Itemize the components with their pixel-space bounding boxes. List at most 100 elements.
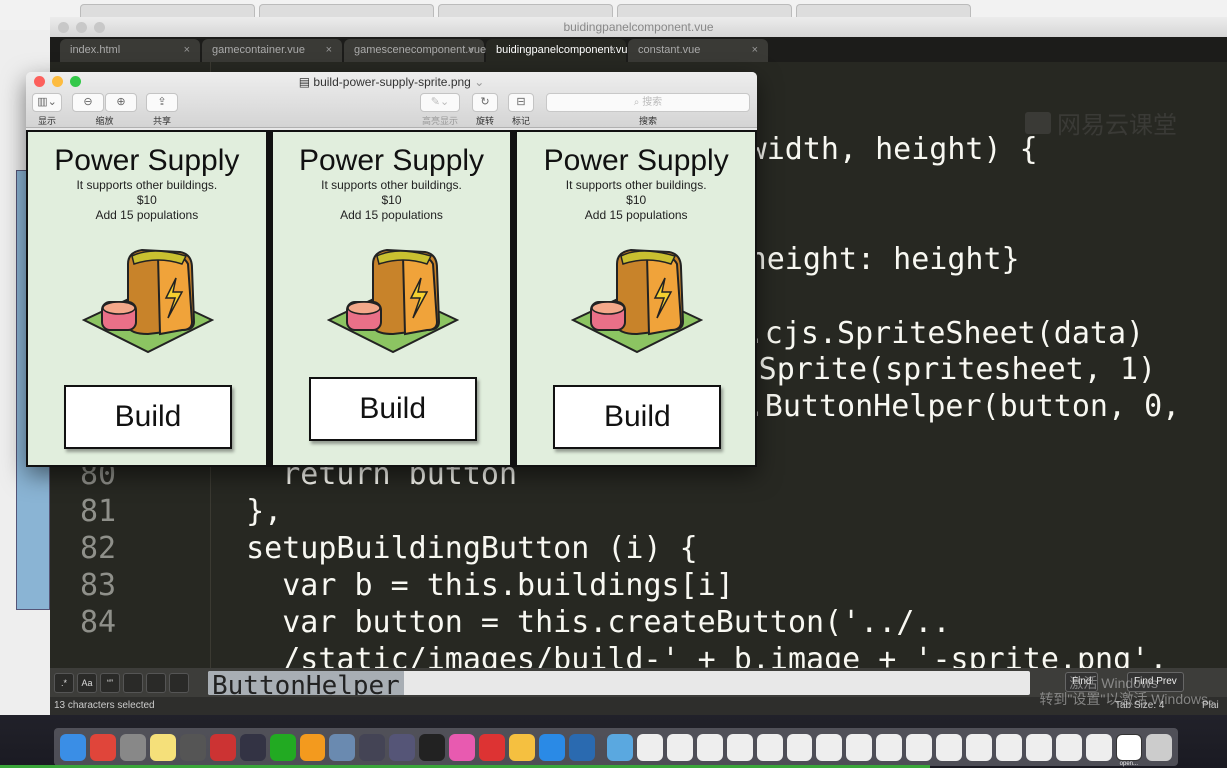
tab-buidingpanelcomponent-vue[interactable]: buidingpanelcomponent.vue × <box>486 39 634 62</box>
preview-title[interactable]: build-power-supply-sprite.png <box>313 75 470 89</box>
chevron-down-icon[interactable]: ⌄ <box>474 75 484 89</box>
find-option-highlight[interactable] <box>169 672 189 693</box>
card-title: Power Supply <box>54 144 240 177</box>
dock-virtualbox-icon[interactable] <box>389 733 416 761</box>
minimize-button[interactable] <box>76 22 87 33</box>
dock-parallels-icon[interactable] <box>479 733 506 761</box>
close-icon[interactable]: × <box>326 44 332 56</box>
dock-notes-icon[interactable] <box>149 733 176 761</box>
dock-ibooks-icon[interactable] <box>299 733 326 761</box>
dock-itunes-icon[interactable] <box>449 733 476 761</box>
dock-windows-icon[interactable] <box>996 733 1022 761</box>
search-label: 搜索 <box>638 116 657 126</box>
dock-chrome-icon[interactable] <box>89 733 116 761</box>
zoom-in-button[interactable]: ⊕ <box>105 93 137 112</box>
preview-toolbar: ▤ build-power-supply-sprite.png ⌄ ▥⌄ 显示 … <box>26 72 757 128</box>
tab-gamecontainer-vue[interactable]: gamecontainer.vue × <box>202 39 342 62</box>
code-line: width, height) { <box>748 132 1038 167</box>
close-icon[interactable]: × <box>752 44 758 56</box>
dock-finder-icon[interactable] <box>60 733 86 761</box>
tab-constant-vue[interactable]: constant.vue × <box>628 39 768 62</box>
dock-eclipse-icon[interactable] <box>239 733 266 761</box>
search-input[interactable]: ⌕ 搜索 <box>546 93 750 112</box>
sidebar-view-button[interactable]: ▥⌄ <box>32 93 62 112</box>
code-line: setupBuildingButton (i) { <box>210 531 698 566</box>
dock-screen-icon[interactable] <box>359 733 386 761</box>
dock-quicktime-icon[interactable] <box>568 733 595 761</box>
code-line: s.ButtonHelper(button, 0, <box>728 389 1181 424</box>
tab-index-html[interactable]: index.html × <box>60 39 200 62</box>
tab-label: index.html <box>70 44 121 56</box>
dock-safari-icon[interactable] <box>539 733 565 761</box>
dock-windows-icon[interactable] <box>1026 733 1052 761</box>
line-number: 82 <box>80 531 117 566</box>
highlight-button[interactable]: ✎⌄ <box>420 93 460 112</box>
share-button[interactable]: ⇪ <box>146 93 178 112</box>
close-icon[interactable]: × <box>184 44 190 56</box>
dock-trash-icon[interactable] <box>1145 733 1172 761</box>
dock-windows-icon[interactable] <box>1055 733 1082 761</box>
dock-windows-icon[interactable] <box>636 733 663 761</box>
dock-sublime-icon[interactable] <box>179 733 206 761</box>
rotate-icon: ↻ <box>480 96 490 108</box>
card-price: $10 <box>626 193 647 207</box>
power-supply-building-icon <box>571 248 704 354</box>
close-icon[interactable]: × <box>610 44 616 56</box>
find-option-in-selection[interactable] <box>146 672 166 693</box>
zoom-out-button[interactable]: ⊖ <box>72 93 104 112</box>
dock-windows-icon[interactable]: open... <box>1115 733 1142 767</box>
tab-gamescenecomponent-vue[interactable]: gamescenecomponent.vue × <box>344 39 486 62</box>
editor-titlebar: buidingpanelcomponent.vue <box>50 17 1227 37</box>
building-card: Power Supply It supports other buildings.… <box>270 130 513 467</box>
card-desc: It supports other buildings. <box>565 178 707 192</box>
dock-windows-icon[interactable] <box>876 733 903 761</box>
power-supply-building-icon <box>326 248 459 354</box>
build-button[interactable]: Build <box>308 377 477 441</box>
close-button[interactable] <box>58 22 69 33</box>
toolbox-icon: ⊟ <box>516 96 526 108</box>
dock-windows-icon[interactable] <box>756 733 783 761</box>
dock-dvd-icon[interactable] <box>209 733 236 761</box>
dock-preview-icon[interactable] <box>329 733 356 761</box>
rotate-label: 旋转 <box>475 116 494 126</box>
dock-windows-icon[interactable] <box>726 733 753 761</box>
close-icon[interactable]: × <box>468 44 474 56</box>
find-option-regex[interactable]: .* <box>54 672 74 693</box>
tab-size[interactable]: Tab Size: 4 <box>1115 697 1164 715</box>
rotate-button[interactable]: ↻ <box>472 93 498 112</box>
file-icon: ▤ <box>298 75 314 89</box>
find-value: ButtonHelper <box>208 671 404 695</box>
find-option-case-sensitive[interactable]: Aa <box>77 672 97 693</box>
syntax-selector[interactable]: Plai <box>1202 697 1219 715</box>
dock-terminal-icon[interactable] <box>419 733 446 761</box>
dock-windows-icon[interactable] <box>696 733 723 761</box>
build-button[interactable]: Build <box>553 385 722 449</box>
find-option-whole-word[interactable]: “” <box>100 672 120 693</box>
build-button[interactable]: Build <box>64 385 232 449</box>
dock-folder-icon[interactable] <box>606 733 633 761</box>
dock-files-icon[interactable] <box>509 733 535 761</box>
dock-windows-icon[interactable] <box>666 733 693 761</box>
find-option-wrap[interactable] <box>123 672 143 693</box>
editor-tabs: index.html × gamecontainer.vue × gamesceneco… <box>50 37 1227 62</box>
dock-windows-icon[interactable] <box>906 733 933 761</box>
status-bar: 激活 Windows 转到"设置"以激活 Windows。 13 characte… <box>50 675 1227 715</box>
dock-windows-icon[interactable] <box>936 733 963 761</box>
maximize-button[interactable] <box>94 22 105 33</box>
card-title: Power Supply <box>543 144 729 177</box>
dock-windows-icon[interactable] <box>1085 733 1112 761</box>
dock-windows-icon[interactable] <box>846 733 873 761</box>
card-effect: Add 15 populations <box>340 208 443 222</box>
find-input[interactable]: ButtonHelper <box>208 671 1030 695</box>
dock-windows-icon[interactable] <box>786 733 813 761</box>
dock-windows-icon[interactable] <box>966 733 993 761</box>
dock-sync-icon[interactable] <box>269 733 296 761</box>
sprite-image: Power Supply It supports other buildings.… <box>26 130 757 467</box>
dock-windows-icon[interactable] <box>816 733 843 761</box>
markup-button[interactable]: ⊟ <box>508 93 534 112</box>
dock-launchpad-icon[interactable] <box>119 733 146 761</box>
logo-icon <box>1025 111 1051 134</box>
editor-title: buidingpanelcomponent.vue <box>563 20 714 34</box>
building-card: Power Supply It supports other buildings.… <box>26 130 268 467</box>
dock: open... <box>54 728 1178 767</box>
